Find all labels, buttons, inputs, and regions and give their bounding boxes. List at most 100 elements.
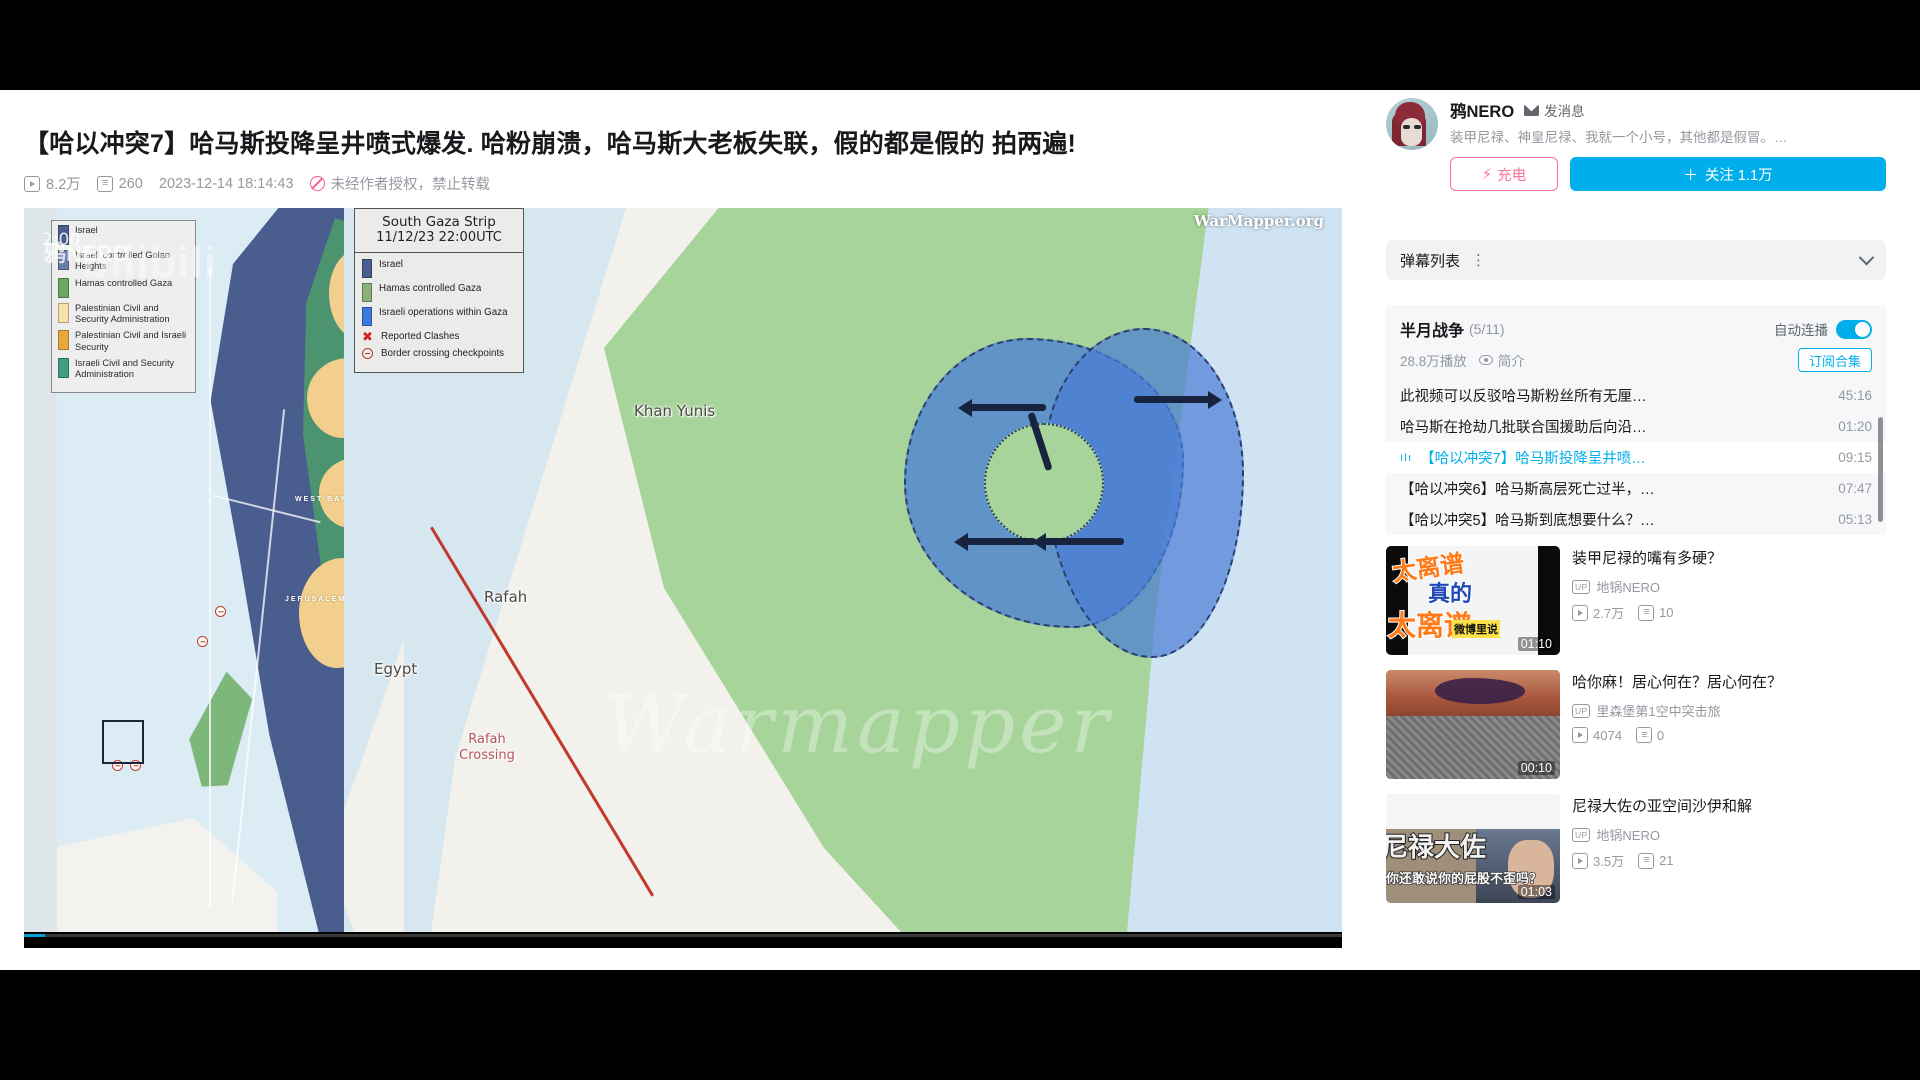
legend-row: ✖ Reported Clashes xyxy=(362,328,516,344)
playlist-subheader: 28.8万播放 简介 订阅合集 xyxy=(1386,341,1886,372)
player-control-bar[interactable] xyxy=(24,932,1342,948)
charge-button[interactable]: ⚡ 充电 xyxy=(1450,157,1558,191)
playlist-item-title: 【哈以冲突6】哈马斯高层死亡过半，… xyxy=(1400,482,1655,498)
map-legend-main: South Gaza Strip 11/12/23 22:00UTC Israe… xyxy=(354,208,524,374)
playlist-item-title: 哈马斯在抢劫几批联合国援助后向沿… xyxy=(1400,420,1647,436)
copyright-text: 未经作者授权，禁止转载 xyxy=(330,177,491,193)
warmapper-watermark-large: Warmapper xyxy=(604,678,1113,771)
video-thumbnail[interactable]: 太离谱 真的 太离谱 微博里说 01:10 xyxy=(1386,546,1560,655)
chevron-down-icon[interactable] xyxy=(1858,249,1875,265)
player-brand-watermark: bilibili xyxy=(82,238,218,287)
legend-subtitle: 11/12/23 22:00UTC xyxy=(376,230,502,246)
recommended-video-item[interactable]: 尼禄大佐 你还敢说你的屁股不歪吗？ 01:03 尼禄大佐の亚空间沙伊和解 UP … xyxy=(1386,794,1886,903)
recommended-video-title[interactable]: 尼禄大佐の亚空间沙伊和解 xyxy=(1572,796,1886,817)
danmaku-count-value: 0 xyxy=(1656,727,1665,743)
gaza-operations-gap xyxy=(984,423,1104,543)
playlist-item-duration: 07:47 xyxy=(1838,481,1872,496)
autoplay-toggle[interactable] xyxy=(1836,319,1872,339)
playlist-title[interactable]: 半月战争 xyxy=(1400,317,1464,341)
send-message-button[interactable]: 发消息 xyxy=(1524,100,1585,120)
playlist-panel: 半月战争 (5/11) 自动连播 28.8万播放 简介 订阅合集 ıIı 此视频… xyxy=(1386,305,1886,535)
overview-road xyxy=(209,268,211,908)
warmapper-watermark: WarMapper.org xyxy=(1193,212,1324,230)
recommended-videos: 太离谱 真的 太离谱 微博里说 01:10 装甲尼禄的嘴有多硬？ UP 地锅NE… xyxy=(1386,546,1886,918)
playlist-item-duration: 05:13 xyxy=(1838,512,1872,527)
playlist-item-duration: 01:20 xyxy=(1838,419,1872,434)
video-thumbnail[interactable]: 尼禄大佐 你还敢说你的屁股不歪吗？ 01:03 xyxy=(1386,794,1560,903)
playlist-header: 半月战争 (5/11) 自动连播 xyxy=(1386,305,1886,341)
playlist-item-active[interactable]: ıIı 【哈以冲突7】哈马斯投降呈井喷… 09:15 xyxy=(1386,442,1886,473)
uploader-name-label: 里森堡第1空中突击旅 xyxy=(1596,704,1721,719)
playlist-item-title: 【哈以冲突7】哈马斯投降呈井喷… xyxy=(1420,451,1646,467)
legend-swatch xyxy=(362,306,372,326)
up-badge-icon: UP xyxy=(1572,703,1591,718)
playlist-item[interactable]: ıIı 【哈以冲突5】哈马斯到底想要什么？… 05:13 xyxy=(1386,504,1886,535)
legend-swatch xyxy=(58,357,69,378)
view-count-value: 8.2万 xyxy=(46,177,81,193)
view-count: 8.2万 xyxy=(24,173,81,194)
map-advance-arrow xyxy=(966,538,1036,545)
recommended-video-title[interactable]: 装甲尼禄的嘴有多硬？ xyxy=(1572,548,1886,569)
video-thumbnail[interactable]: 00:10 xyxy=(1386,670,1560,779)
danmaku-stat: ≡ 0 xyxy=(1635,727,1665,743)
legend-row: Palestinian Civil and Security Administr… xyxy=(58,302,189,326)
uploader-name[interactable]: 鸦NERO xyxy=(1450,98,1514,122)
more-options-icon[interactable]: ⋮ xyxy=(1471,253,1487,268)
uploader-signature: 装甲尼禄、神皇尼禄、我就一个小号，其他都是假冒。… xyxy=(1450,130,1788,145)
progress-bar[interactable] xyxy=(24,934,1342,937)
recommended-video-title[interactable]: 哈你麻！居心何在？居心何在？ xyxy=(1572,672,1886,693)
legend-label: Reported Clashes xyxy=(381,330,460,342)
view-stat: 3.5万 xyxy=(1572,851,1624,870)
avatar[interactable] xyxy=(1386,98,1438,150)
recommended-video-uploader[interactable]: UP 地锅NERO xyxy=(1572,825,1886,844)
playlist-count: (5/11) xyxy=(1469,321,1505,337)
page-title: 【哈以冲突7】哈马斯投降呈井喷式爆发. 哈粉崩溃，哈马斯大老板失联，假的都是假的… xyxy=(24,130,1077,158)
legend-label: Israel xyxy=(379,258,403,270)
legend-label: Israeli Civil and Security Administratio… xyxy=(75,357,175,380)
legend-row: Palestinian Civil and Israeli Security xyxy=(58,330,189,353)
subscribe-collection-button[interactable]: 订阅合集 xyxy=(1797,348,1872,372)
eye-icon xyxy=(1478,355,1493,365)
follow-button[interactable]: ＋ 关注 1.1万 xyxy=(1570,157,1886,191)
danmaku-stat: ≡ 10 xyxy=(1638,603,1674,622)
recommended-video-uploader[interactable]: UP 地锅NERO xyxy=(1572,577,1886,596)
legend-row: Israeli Civil and Security Administratio… xyxy=(58,357,189,381)
uploader-name-label: 地锅NERO xyxy=(1596,580,1660,595)
map-label-rafah: Rafah xyxy=(484,588,528,606)
danmaku-count-value: 21 xyxy=(1659,853,1674,868)
checkpoint-circle-icon xyxy=(362,347,374,359)
progress-fill xyxy=(24,934,46,937)
legend-label: Palestinian Civil and Israeli Security xyxy=(75,330,187,352)
recommended-video-item[interactable]: 太离谱 真的 太离谱 微博里说 01:10 装甲尼禄的嘴有多硬？ UP 地锅NE… xyxy=(1386,546,1886,655)
play-icon xyxy=(1572,604,1588,621)
recommended-video-uploader[interactable]: UP 里森堡第1空中突击旅 xyxy=(1572,701,1886,720)
video-main-column: 【哈以冲突7】哈马斯投降呈井喷式爆发. 哈粉崩溃，哈马斯大老板失联，假的都是假的… xyxy=(0,90,1366,970)
copyright-notice: 未经作者授权，禁止转载 xyxy=(309,173,491,194)
autoplay-control[interactable]: 自动连播 xyxy=(1774,319,1872,339)
play-icon xyxy=(1572,727,1588,743)
playlist-item[interactable]: ıIı 【哈以冲突6】哈马斯高层死亡过半，… 07:47 xyxy=(1386,473,1886,504)
clash-x-icon: ✖ xyxy=(362,328,373,344)
danmaku-icon: ≡ xyxy=(1638,852,1655,869)
playlist-intro-button[interactable]: 简介 xyxy=(1478,350,1525,370)
legend-label: Border crossing checkpoints xyxy=(381,347,505,359)
playlist-item-title: 此视频可以反驳哈马斯粉丝所有无厘… xyxy=(1400,389,1647,405)
playlist-item[interactable]: ıIı 此视频可以反驳哈马斯粉丝所有无厘… 45:16 xyxy=(1386,380,1886,411)
video-player[interactable]: WEST BANK JERUSALEM ISRAEL Israel xyxy=(24,208,1342,948)
recommended-video-item[interactable]: 00:10 哈你麻！居心何在？居心何在？ UP 里森堡第1空中突击旅 4074 xyxy=(1386,670,1886,779)
playlist-plays: 28.8万播放 xyxy=(1400,354,1467,369)
legend-swatch xyxy=(362,282,372,302)
video-duration: 01:10 xyxy=(1517,637,1555,651)
playlist-item-duration: 09:15 xyxy=(1838,450,1872,465)
legend-label: Hamas controlled Gaza xyxy=(379,282,482,294)
playlist-item[interactable]: ıIı 哈马斯在抢劫几批联合国援助后向沿… 01:20 xyxy=(1386,411,1886,442)
up-badge-icon: UP xyxy=(1572,579,1591,594)
recommended-video-stats: 3.5万 ≡ 21 xyxy=(1572,851,1886,870)
legend-title-block: South Gaza Strip 11/12/23 22:00UTC xyxy=(355,209,523,253)
legend-title: South Gaza Strip xyxy=(382,214,496,230)
playlist-scrollbar[interactable] xyxy=(1878,417,1883,522)
autoplay-label: 自动连播 xyxy=(1774,323,1828,338)
danmaku-list-header[interactable]: 弹幕列表 ⋮ xyxy=(1386,240,1886,280)
danmaku-icon: ≡ xyxy=(1635,727,1652,743)
danmaku-count-value: 10 xyxy=(1659,605,1674,620)
